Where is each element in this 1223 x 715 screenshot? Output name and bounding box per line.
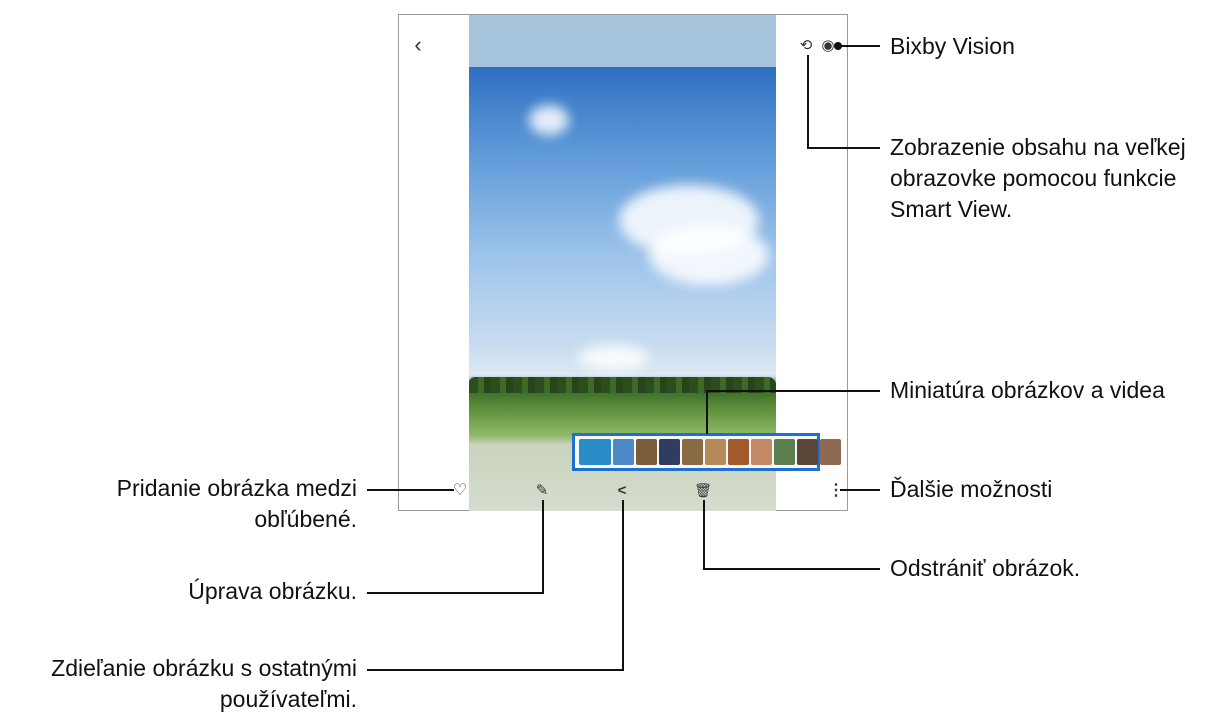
thumbnail[interactable]	[820, 439, 841, 465]
callout-dot	[834, 42, 842, 50]
cloud	[579, 345, 649, 370]
thumbnail[interactable]	[682, 439, 703, 465]
thumbnail[interactable]	[728, 439, 749, 465]
callout-smart-view: Zobrazenie obsahu na veľkej obrazovke po…	[890, 134, 1186, 222]
callout-line-share	[367, 669, 624, 671]
share-icon[interactable]: <	[613, 481, 631, 499]
delete-icon[interactable]: 🗑	[694, 481, 712, 499]
callout-line-share	[622, 500, 624, 670]
callout-line-thumbnails	[706, 390, 880, 392]
thumbnail[interactable]	[797, 439, 818, 465]
thumbnail[interactable]	[774, 439, 795, 465]
cloud	[649, 225, 769, 285]
thumbnail[interactable]	[613, 439, 634, 465]
callout-more-options: Ďalšie možnosti	[890, 476, 1053, 502]
callout-line-more	[840, 489, 880, 491]
thumbnail[interactable]	[579, 439, 611, 465]
cloud	[529, 105, 569, 135]
callout-edit: Úprava obrázku.	[188, 578, 357, 604]
callout-bixby-vision: Bixby Vision	[890, 33, 1015, 59]
callout-line-bixby	[838, 45, 880, 47]
callout-line-edit	[542, 500, 544, 592]
callout-thumbnails: Miniatúra obrázkov a videa	[890, 377, 1165, 403]
callout-line-edit	[367, 592, 544, 594]
callout-delete: Odstrániť obrázok.	[890, 555, 1081, 581]
callout-line-favorite	[367, 489, 454, 491]
thumbnail[interactable]	[659, 439, 680, 465]
callout-line-delete	[703, 500, 705, 569]
thumbnail[interactable]	[705, 439, 726, 465]
smart-view-icon[interactable]: ⟲	[797, 36, 815, 54]
callout-line-thumbnails	[706, 390, 708, 434]
thumbnail[interactable]	[751, 439, 772, 465]
edit-icon[interactable]: ✎	[533, 481, 551, 499]
thumbnail-strip[interactable]	[572, 433, 841, 471]
callout-line-smartview	[807, 55, 809, 148]
callout-favorite: Pridanie obrázka medzi obľúbené.	[116, 475, 357, 532]
thumbnail[interactable]	[636, 439, 657, 465]
callout-line-delete	[703, 568, 880, 570]
back-icon[interactable]: ‹	[408, 32, 428, 57]
callout-share: Zdieľanie obrázku s ostatnými používateľ…	[51, 655, 357, 712]
callout-line-smartview	[807, 147, 880, 149]
